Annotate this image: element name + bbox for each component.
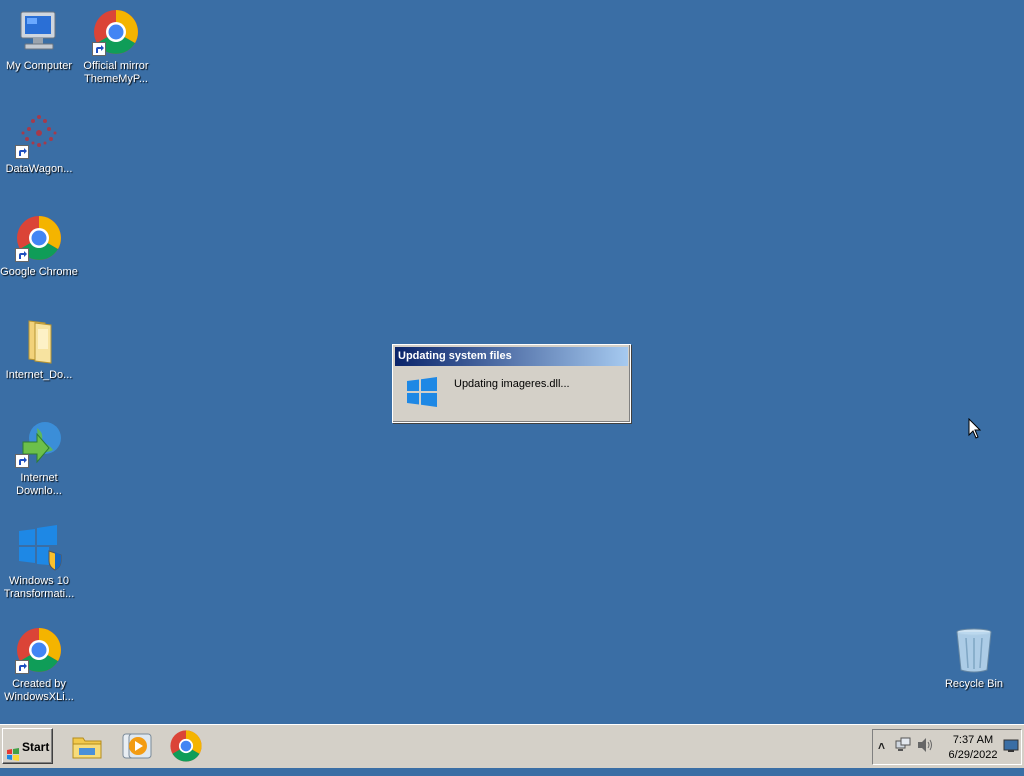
icon-label: Recycle Bin — [944, 678, 1004, 690]
mouse-cursor-icon — [968, 417, 982, 445]
clock[interactable]: 7:37 AM 6/29/2022 — [945, 733, 1001, 763]
icon-label: Windows 10 Transformati... — [3, 575, 75, 600]
desktop-icon-internet-download-manager[interactable]: Internet Downlo... — [0, 420, 78, 498]
shortcut-arrow-icon — [15, 248, 29, 262]
start-button[interactable]: Start — [2, 728, 53, 764]
desktop-icon-official-mirror[interactable]: Official mirror ThemeMyP... — [77, 8, 155, 86]
updating-system-files-dialog[interactable]: Updating system files Updating imageres.… — [392, 344, 631, 423]
desktop: My Computer Official mirror ThemeMyP... — [0, 0, 1024, 724]
chrome-icon — [15, 214, 63, 262]
windows-logo-icon — [406, 376, 438, 413]
shortcut-arrow-icon — [15, 454, 29, 468]
show-desktop-icon[interactable] — [1003, 739, 1019, 756]
desktop-icon-google-chrome[interactable]: Google Chrome — [0, 214, 78, 279]
dialog-message: Updating imageres.dll... — [454, 378, 570, 390]
desktop-icon-created-by-windowsxlite[interactable]: Created by WindowsXLi... — [0, 626, 78, 704]
icon-label: Internet_Do... — [5, 369, 73, 381]
media-player-icon[interactable] — [119, 729, 153, 763]
icon-label: My Computer — [5, 60, 73, 72]
desktop-icon-datawagon[interactable]: DataWagon... — [0, 111, 78, 176]
icon-label: Internet Downlo... — [16, 472, 62, 497]
file-explorer-icon[interactable] — [70, 729, 104, 763]
show-hidden-icons-chevron-icon[interactable]: ˄ — [878, 739, 885, 753]
taskbar: Start ˄ 7:37 AM 6/29/2022 — [0, 724, 1024, 768]
clock-time: 7:37 AM — [952, 734, 994, 746]
system-tray: ˄ 7:37 AM 6/29/2022 — [872, 729, 1022, 765]
shortcut-arrow-icon — [92, 42, 106, 56]
desktop-icon-internet-do-folder[interactable]: Internet_Do... — [0, 317, 78, 382]
folder-icon — [15, 317, 63, 365]
icon-label: Google Chrome — [0, 266, 78, 278]
recycle-bin-icon — [950, 626, 998, 674]
network-icon[interactable] — [895, 737, 911, 756]
shortcut-arrow-icon — [15, 660, 29, 674]
clock-date: 6/29/2022 — [948, 749, 998, 761]
desktop-icon-windows-10-transformation[interactable]: Windows 10 Transformati... — [0, 523, 78, 601]
shortcut-arrow-icon — [15, 145, 29, 159]
chrome-icon — [92, 8, 140, 56]
volume-icon[interactable] — [917, 737, 935, 756]
desktop-icon-recycle-bin[interactable]: Recycle Bin — [935, 626, 1013, 691]
windows-shield-icon — [15, 523, 63, 571]
start-label: Start — [22, 740, 50, 754]
dialog-title[interactable]: Updating system files — [395, 347, 628, 366]
desktop-icon-my-computer[interactable]: My Computer — [0, 8, 78, 73]
globe-download-icon — [15, 420, 63, 468]
windows-flag-icon — [6, 740, 20, 776]
icon-label: DataWagon... — [5, 163, 73, 175]
chrome-icon[interactable] — [169, 729, 203, 763]
chrome-icon — [15, 626, 63, 674]
my-computer-icon — [15, 8, 63, 56]
icon-label: Created by WindowsXLi... — [4, 678, 74, 703]
datawagon-icon — [15, 111, 63, 159]
icon-label: Official mirror ThemeMyP... — [83, 60, 149, 85]
